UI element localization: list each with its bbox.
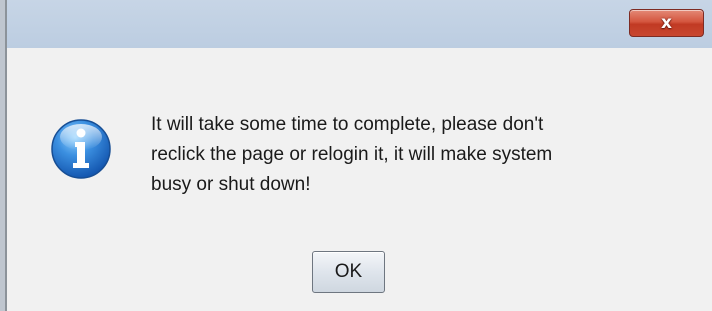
dialog-content: It will take some time to complete, plea… bbox=[7, 48, 712, 311]
dialog-message: It will take some time to complete, plea… bbox=[151, 110, 691, 200]
message-line-2: reclick the page or relogin it, it will … bbox=[151, 144, 553, 165]
close-icon: x bbox=[661, 12, 672, 33]
message-line-1: It will take some time to complete, plea… bbox=[151, 114, 544, 135]
title-bar[interactable]: x bbox=[7, 0, 712, 48]
message-dialog: x It will take some time to complete, pl… bbox=[0, 0, 712, 311]
close-button[interactable]: x bbox=[629, 9, 704, 37]
window-edge bbox=[0, 0, 7, 311]
info-icon bbox=[51, 119, 111, 179]
ok-button[interactable]: OK bbox=[312, 251, 385, 293]
message-line-3: busy or shut down! bbox=[151, 174, 311, 195]
